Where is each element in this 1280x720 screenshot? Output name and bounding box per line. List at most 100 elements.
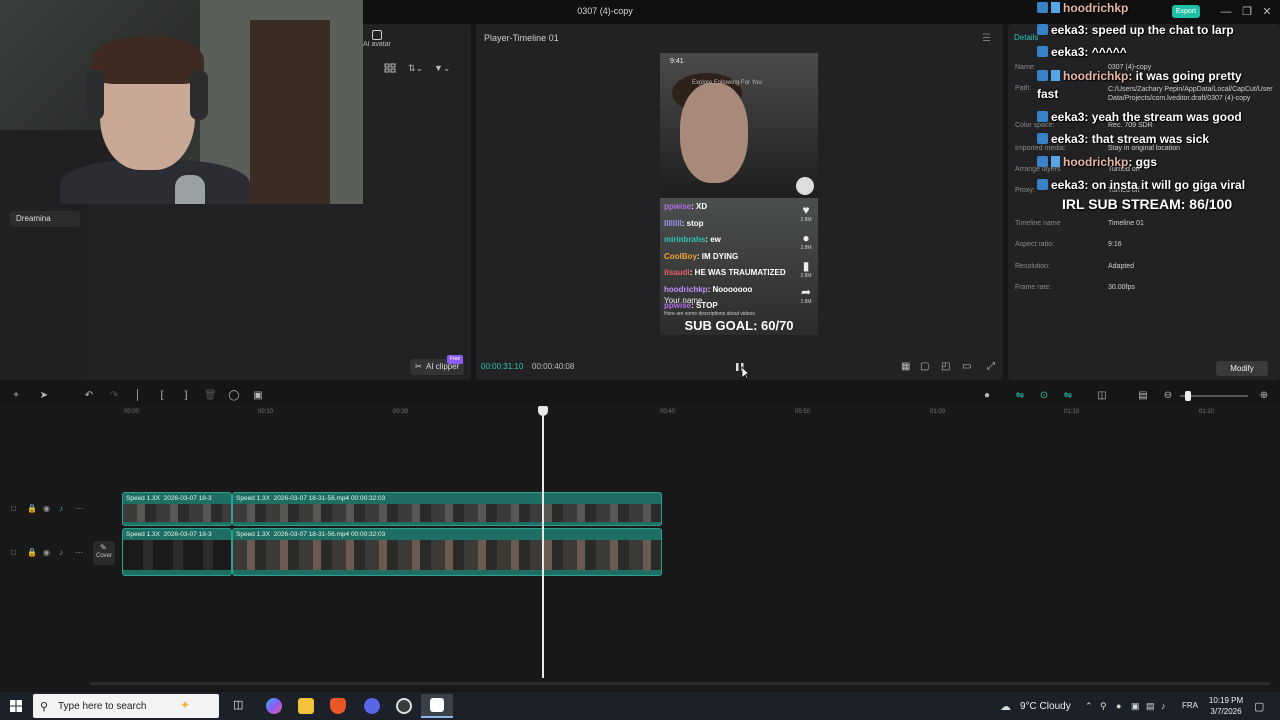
headset-icon	[86, 70, 104, 120]
track-toggle-icon[interactable]: □	[11, 548, 16, 557]
menu-icon[interactable]: ☰	[982, 33, 991, 44]
chat-overlay-message: : ggs	[1128, 155, 1158, 169]
timeline-scrollbar[interactable]	[90, 682, 1270, 685]
preview-chat-line: hoodrichkp: Nooooooo	[664, 285, 752, 294]
more-icon[interactable]: ⋯	[75, 548, 83, 557]
language-indicator[interactable]: FRA	[1182, 701, 1198, 710]
copilot-icon[interactable]	[266, 698, 282, 714]
zoom-in-icon[interactable]: ⊕	[1258, 390, 1270, 402]
chat-badge-icon	[1051, 70, 1060, 81]
clock-time[interactable]: 10:19 PM	[1208, 696, 1244, 705]
track-toggle-icon[interactable]: □	[11, 504, 16, 513]
brave-browser-icon[interactable]	[330, 698, 346, 714]
volume-tray-icon[interactable]: ♪	[1161, 701, 1166, 711]
clip-label: Speed 1.3X 2026-03-07 18-3	[126, 531, 212, 538]
details-label: Name:	[1015, 64, 1036, 71]
audio-icon[interactable]: ♪	[59, 504, 63, 513]
side-count: 2.8M	[800, 299, 812, 305]
ruler-tick-label: 01:00	[930, 409, 946, 415]
sparkle-icon: ✦	[180, 698, 191, 712]
clip-main-b[interactable]: Speed 1.3X 2026-03-07 18-31-56.mp4 00:00…	[232, 528, 662, 576]
preview-phone-time: 9:41	[670, 58, 684, 65]
windows-start-icon[interactable]	[10, 700, 22, 712]
ratio-icon[interactable]: ▢	[920, 361, 929, 372]
zoom-slider-handle[interactable]	[1185, 391, 1191, 401]
network-icon[interactable]: ▤	[1146, 701, 1155, 712]
link-icon[interactable]: ⇋	[1014, 390, 1026, 402]
magnet-icon[interactable]: ⊙	[1038, 390, 1050, 402]
fullscreen-icon[interactable]: ⤢	[987, 361, 995, 372]
clip-main-a[interactable]: Speed 1.3X 2026-03-07 18-3	[122, 528, 232, 576]
preview-sub-goal: SUB GOAL: 60/70	[684, 318, 794, 333]
clip-top-b[interactable]: Speed 1.3X 2026-03-07 18-31-56.mp4 00:00…	[232, 492, 662, 526]
undo-icon[interactable]: ↶	[83, 390, 95, 402]
delete-icon[interactable]: 🗑	[204, 390, 217, 402]
details-label: Timeline name	[1015, 220, 1061, 227]
select-tool-icon[interactable]: ➤	[38, 390, 50, 402]
obs-icon[interactable]	[396, 698, 412, 714]
chat-badge-icon	[1051, 2, 1060, 13]
clip-label: Speed 1.3X 2026-03-07 18-3	[126, 495, 212, 502]
redo-icon[interactable]: ↷	[108, 390, 120, 402]
zoom-out-icon[interactable]: ⊖	[1162, 390, 1174, 402]
ruler-tick-label: 00:30	[393, 409, 409, 415]
task-view-icon[interactable]: ◫	[233, 698, 249, 714]
profile-avatar-icon	[796, 177, 814, 195]
ruler-tick-label: 00:00	[124, 409, 140, 415]
lock-icon[interactable]: 🔒	[27, 504, 37, 513]
webcam-door	[250, 20, 330, 204]
sort-icon[interactable]: ⇅⌄	[408, 63, 426, 73]
clock-date[interactable]: 3/7/2026	[1208, 707, 1244, 716]
capcut-taskbar-item[interactable]	[421, 694, 453, 718]
split-icon[interactable]: │	[132, 390, 144, 402]
chat-badge-icon	[1037, 24, 1048, 35]
chat-overlay-message: : yeah the stream was good	[1084, 110, 1242, 124]
location-icon: ⚲	[1100, 701, 1107, 711]
preview-chat-line: CoolBoy: IM DYING	[664, 252, 738, 261]
image-edit-icon[interactable]: ▣	[252, 390, 264, 402]
chevron-up-icon[interactable]: ⌃	[1085, 701, 1093, 712]
modify-button[interactable]: Modify	[1216, 361, 1268, 376]
aspect-icon[interactable]: ▭	[962, 361, 971, 372]
maximize-icon[interactable]: ❐	[1239, 5, 1255, 19]
zoom-fit-icon[interactable]: ◰	[941, 361, 950, 372]
more-icon[interactable]: ⋯	[75, 504, 83, 513]
eye-icon[interactable]: ◉	[43, 548, 50, 557]
details-value: Timeline 01	[1108, 220, 1144, 227]
volume-icon[interactable]: ♪	[59, 548, 63, 557]
chat-overlay-line: eeka3: that stream was sick	[1037, 132, 1209, 146]
microphone-icon[interactable]: ●	[981, 390, 993, 402]
notification-icon[interactable]: ▢	[1254, 700, 1264, 713]
caption-icon[interactable]: ▤	[1137, 390, 1149, 402]
shield-icon[interactable]: ◯	[228, 390, 240, 402]
filter-icon[interactable]: ▼⌄	[434, 63, 452, 73]
file-explorer-icon[interactable]	[298, 698, 314, 714]
video-preview[interactable]: 9:41 Explore Following For You ppwise: X…	[660, 53, 818, 335]
sidebar-item-dreamina[interactable]: Dreamina	[10, 211, 80, 227]
trim-left-icon[interactable]: [	[156, 390, 168, 402]
ai-avatar-button[interactable]: AI avatar	[362, 26, 392, 48]
crop-icon[interactable]: ▦	[901, 361, 910, 372]
snap-icon[interactable]: ⇋	[1062, 390, 1074, 402]
eye-icon[interactable]: ◉	[43, 504, 50, 513]
capcut-icon	[430, 698, 444, 712]
tab-details[interactable]: Details	[1014, 33, 1038, 42]
weather-status[interactable]: 9°C Cloudy	[1020, 701, 1071, 712]
preview-axis-icon[interactable]: ◫	[1096, 390, 1108, 402]
trim-right-icon[interactable]: ]	[180, 390, 192, 402]
preview-chat-message: : Nooooooo	[707, 284, 753, 294]
chat-overlay-line: eeka3: yeah the stream was good	[1037, 110, 1242, 124]
clip-top-a[interactable]: Speed 1.3X 2026-03-07 18-3	[122, 492, 232, 526]
chat-overlay-message: : ^^^^^	[1084, 45, 1127, 59]
lock-icon[interactable]: 🔒	[27, 548, 37, 557]
add-icon[interactable]: +	[10, 390, 22, 402]
close-icon[interactable]: ✕	[1259, 5, 1275, 19]
chat-badge-icon	[1037, 179, 1048, 190]
playhead-handle[interactable]	[538, 406, 548, 416]
discord-icon[interactable]	[364, 698, 380, 714]
export-button[interactable]: Export	[1172, 5, 1200, 18]
playhead[interactable]	[542, 408, 544, 678]
webcam-person-hair	[92, 36, 204, 84]
minimize-icon[interactable]: —	[1218, 5, 1234, 19]
grid-view-icon[interactable]	[384, 63, 396, 73]
